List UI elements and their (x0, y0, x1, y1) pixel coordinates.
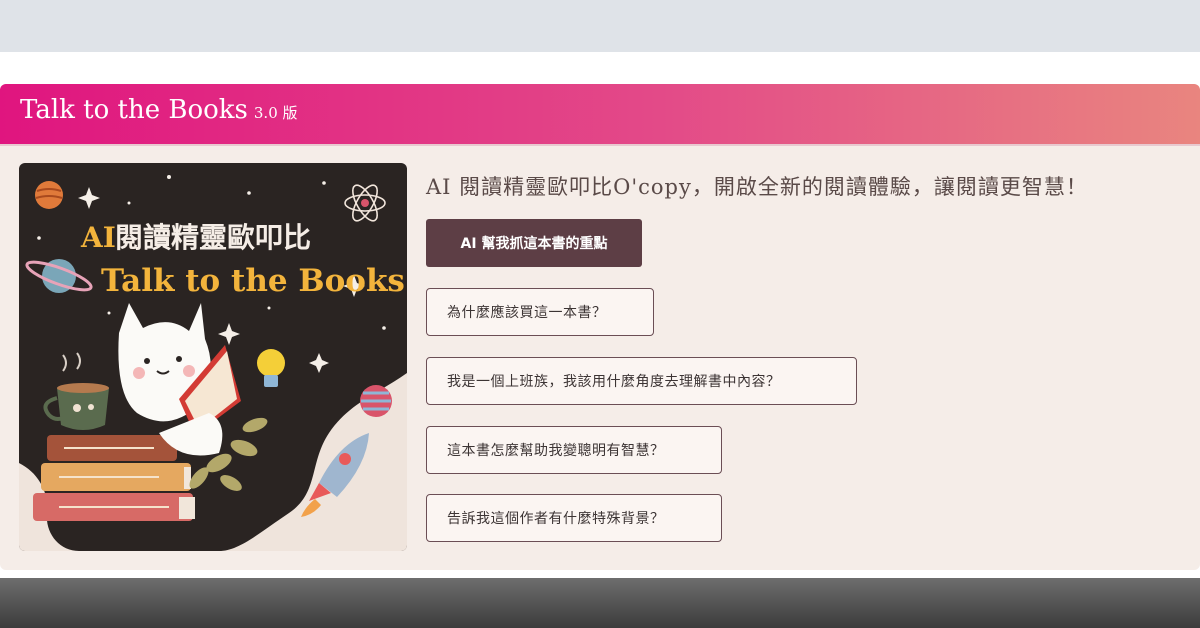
question-button-become-smarter[interactable]: 這本書怎麼幫助我變聰明有智慧？ (426, 426, 722, 474)
question-button-why-buy[interactable]: 為什麼應該買這一本書？ (426, 288, 654, 336)
summarize-key-points-button[interactable]: AI 幫我抓這本書的重點 (426, 219, 642, 267)
question-button-author-background[interactable]: 告訴我這個作者有什麼特殊背景？ (426, 494, 722, 542)
page-title: Talk to the Books 3.0 版 (20, 95, 298, 125)
talk-to-books-card: Talk to the Books 3.0 版 AI 閱讀精靈歐叩比 Talk … (0, 84, 1200, 570)
cover-illustration: AI 閱讀精靈歐叩比 Talk to the Books (19, 163, 407, 551)
cover-art: AI 閱讀精靈歐叩比 Talk to the Books (19, 163, 407, 551)
headline-text: AI 閱讀精靈歐叩比O'copy，開啟全新的閱讀體驗，讓閱讀更智慧！ (426, 175, 1088, 199)
cover-subtitle: Talk to the Books (101, 263, 405, 299)
version-label: 3.0 版 (253, 104, 298, 122)
card-header: Talk to the Books 3.0 版 (0, 84, 1200, 144)
top-band (0, 0, 1200, 52)
title-text: Talk to the Books (20, 95, 248, 125)
cover-title-chinese: 閱讀精靈歐叩比 (115, 221, 311, 254)
cover-title-ai: AI (80, 221, 116, 254)
book-stack-icon (33, 435, 195, 521)
bottom-band (0, 578, 1200, 628)
question-button-office-worker[interactable]: 我是一個上班族，我該用什麼角度去理解書中內容？ (426, 357, 857, 405)
header-divider (0, 144, 1200, 146)
